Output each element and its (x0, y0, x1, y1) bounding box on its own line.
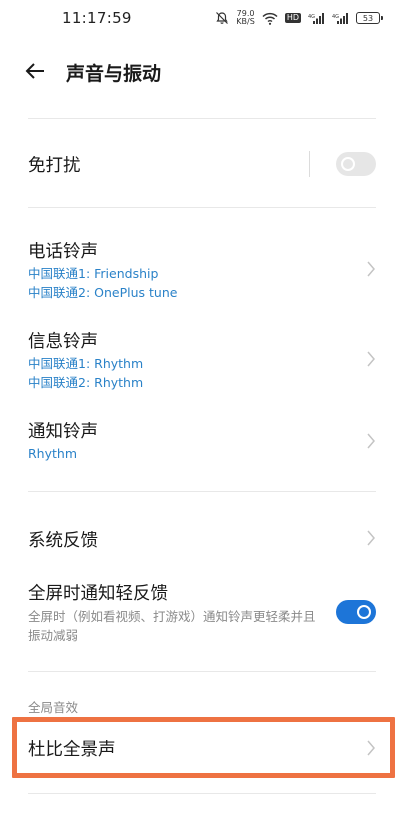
fullscreen-feedback-row[interactable]: 全屏时通知轻反馈 全屏时（例如看视频、打游戏）通知铃声更轻柔并且振动减弱 (0, 572, 406, 654)
divider (28, 118, 376, 119)
highlight-box (12, 717, 395, 778)
battery-level: 53 (362, 13, 374, 23)
signal-icon-sim2: 4G (332, 12, 349, 25)
dnd-row[interactable]: 免打扰 (0, 136, 406, 192)
fullscreen-feedback-toggle[interactable] (336, 600, 376, 624)
divider (28, 491, 376, 492)
toggle-knob (357, 605, 371, 619)
fullscreen-feedback-title: 全屏时通知轻反馈 (28, 584, 168, 604)
fullscreen-feedback-description: 全屏时（例如看视频、打游戏）通知铃声更轻柔并且振动减弱 (28, 609, 316, 643)
status-time: 11:17:59 (62, 9, 132, 27)
toggle-knob (341, 157, 355, 171)
back-arrow-icon[interactable] (24, 61, 46, 81)
wifi-icon (262, 12, 278, 25)
chevron-right-icon (366, 351, 376, 367)
status-icons: 79.0 KB/S HD 4G 4G 53 (215, 8, 383, 28)
divider (28, 793, 376, 794)
phone-ringtone-sim1: 中国联通1: Friendship (28, 266, 159, 281)
message-ringtone-row[interactable]: 信息铃声 中国联通1: Rhythm 中国联通2: Rhythm (0, 318, 406, 398)
status-bar: 11:17:59 79.0 KB/S HD 4G 4G 53 (0, 0, 406, 36)
message-ringtone-title: 信息铃声 (28, 332, 98, 352)
title-bar: 声音与振动 (0, 50, 406, 92)
phone-ringtone-sim2: 中国联通2: OnePlus tune (28, 285, 178, 300)
system-feedback-title: 系统反馈 (28, 531, 98, 551)
message-ringtone-sim2: 中国联通2: Rhythm (28, 375, 144, 390)
system-feedback-row[interactable]: 系统反馈 (0, 512, 406, 564)
notification-ringtone-row[interactable]: 通知铃声 Rhythm (0, 408, 406, 472)
chevron-right-icon (366, 433, 376, 449)
page-title: 声音与振动 (66, 63, 162, 85)
mute-bell-icon (215, 11, 229, 25)
phone-ringtone-row[interactable]: 电话铃声 中国联通1: Friendship 中国联通2: OnePlus tu… (0, 228, 406, 308)
chevron-right-icon (366, 261, 376, 277)
divider (28, 671, 376, 672)
signal-icon-sim1: 4G (308, 12, 325, 25)
message-ringtone-sim1: 中国联通1: Rhythm (28, 356, 144, 371)
dnd-title: 免打扰 (28, 156, 81, 176)
net-speed-unit: KB/S (236, 17, 255, 26)
chevron-right-icon (366, 530, 376, 546)
divider (28, 207, 376, 208)
svg-text:4G: 4G (332, 14, 339, 20)
notification-ringtone-title: 通知铃声 (28, 422, 98, 442)
battery-icon: 53 (356, 12, 383, 24)
dnd-toggle[interactable] (336, 152, 376, 176)
global-sound-section-label: 全局音效 (28, 700, 79, 715)
svg-text:4G: 4G (308, 14, 315, 20)
net-speed-indicator: 79.0 KB/S (236, 10, 255, 26)
hd-voice-icon: HD (284, 13, 301, 23)
notification-ringtone-value: Rhythm (28, 446, 78, 461)
vertical-separator (309, 151, 310, 177)
phone-ringtone-title: 电话铃声 (28, 242, 98, 262)
